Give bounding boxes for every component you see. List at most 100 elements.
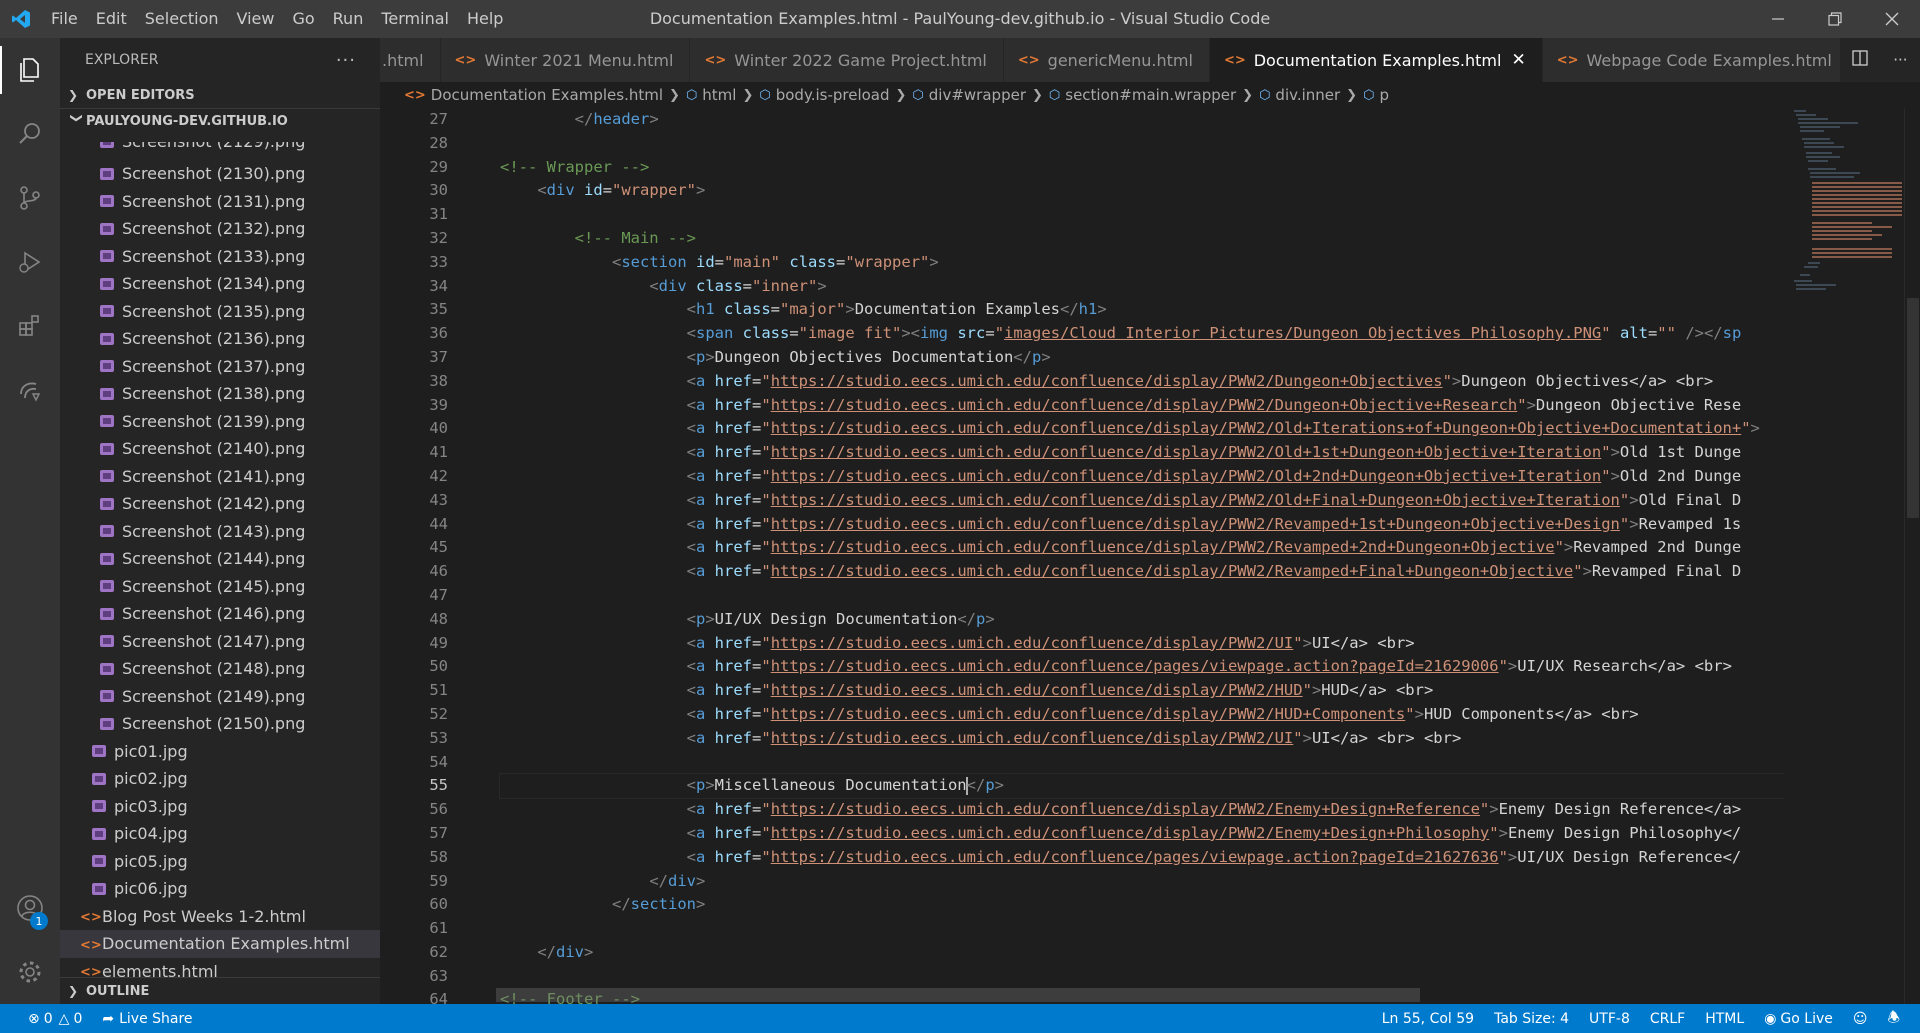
- vertical-scrollbar[interactable]: [1904, 108, 1920, 1004]
- file-item[interactable]: Screenshot (2131).png: [60, 188, 380, 216]
- breadcrumb-item[interactable]: ⬡ p: [1363, 86, 1389, 104]
- file-item[interactable]: Screenshot (2146).png: [60, 600, 380, 628]
- encoding[interactable]: UTF-8: [1579, 1011, 1640, 1027]
- gear-icon[interactable]: [0, 940, 60, 1004]
- menu-item-selection[interactable]: Selection: [136, 0, 228, 38]
- file-item[interactable]: Screenshot (2129).png: [60, 142, 380, 156]
- workspace-root-section[interactable]: ❯ PAULYOUNG-DEV.GITHUB.IO: [60, 108, 380, 134]
- language-mode[interactable]: HTML: [1695, 1011, 1754, 1027]
- code-line[interactable]: <h1 class="major">Documentation Examples…: [500, 298, 1784, 322]
- code-line[interactable]: </header>: [500, 108, 1784, 132]
- code-line[interactable]: <!-- Wrapper -->: [500, 156, 1784, 180]
- file-item[interactable]: pic05.jpg: [60, 848, 380, 876]
- code-lines[interactable]: </header> <!-- Wrapper --> <div id="wrapp…: [499, 108, 1784, 1004]
- file-item[interactable]: Screenshot (2135).png: [60, 298, 380, 326]
- outline-section[interactable]: ❯ OUTLINE: [60, 977, 380, 1004]
- file-item[interactable]: pic06.jpg: [60, 875, 380, 903]
- tab-genericmenu-html[interactable]: <> genericMenu.html: [1003, 38, 1210, 82]
- split-editor-icon[interactable]: [1852, 50, 1869, 70]
- file-item[interactable]: Screenshot (2132).png: [60, 215, 380, 243]
- tab-size[interactable]: Tab Size: 4: [1484, 1011, 1579, 1027]
- code-line[interactable]: <a href="https://studio.eecs.umich.edu/c…: [500, 370, 1784, 394]
- restore-icon[interactable]: [1806, 0, 1863, 38]
- code-line[interactable]: <a href="https://studio.eecs.umich.edu/c…: [500, 655, 1784, 679]
- more-actions-icon[interactable]: ···: [336, 50, 356, 71]
- code-line[interactable]: <a href="https://studio.eecs.umich.edu/c…: [500, 703, 1784, 727]
- file-item[interactable]: Screenshot (2148).png: [60, 655, 380, 683]
- close-icon[interactable]: [1863, 0, 1920, 38]
- code-line[interactable]: <!-- Main -->: [500, 227, 1784, 251]
- cursor-position[interactable]: Ln 55, Col 59: [1372, 1011, 1484, 1027]
- code-line[interactable]: <a href="https://studio.eecs.umich.edu/c…: [500, 632, 1784, 656]
- close-tab-icon[interactable]: ✕: [1511, 50, 1525, 70]
- breadcrumb-item[interactable]: ⬡ html: [686, 86, 737, 104]
- menu-item-file[interactable]: File: [42, 0, 87, 38]
- file-item[interactable]: pic01.jpg: [60, 738, 380, 766]
- tab-html[interactable]: .html: [380, 38, 441, 82]
- explorer-icon[interactable]: [0, 38, 60, 102]
- open-editors-section[interactable]: ❯ OPEN EDITORS: [60, 82, 380, 108]
- tab-winter-2022-game-project-html[interactable]: <> Winter 2022 Game Project.html: [690, 38, 1004, 82]
- remote-explorer-icon[interactable]: [0, 358, 60, 422]
- file-item[interactable]: <> Blog Post Weeks 1-2.html: [60, 903, 380, 931]
- tab-webpage-code-examples-html[interactable]: <> Webpage Code Examples.html: [1542, 38, 1849, 82]
- code-line[interactable]: <a href="https://studio.eecs.umich.edu/c…: [500, 465, 1784, 489]
- horizontal-scrollbar[interactable]: [496, 988, 1420, 1002]
- code-line[interactable]: <a href="https://studio.eecs.umich.edu/c…: [500, 846, 1784, 870]
- code-line[interactable]: </div>: [500, 870, 1784, 894]
- more-actions-icon[interactable]: ···: [1893, 51, 1907, 69]
- tab-winter-2021-menu-html[interactable]: <> Winter 2021 Menu.html: [440, 38, 691, 82]
- file-item[interactable]: Screenshot (2144).png: [60, 545, 380, 573]
- search-icon[interactable]: [0, 102, 60, 166]
- menu-item-help[interactable]: Help: [458, 0, 512, 38]
- code-line[interactable]: <section id="main" class="wrapper">: [500, 251, 1784, 275]
- accounts-icon[interactable]: 1: [0, 876, 60, 940]
- file-item[interactable]: Screenshot (2142).png: [60, 490, 380, 518]
- code-line[interactable]: <a href="https://studio.eecs.umich.edu/c…: [500, 489, 1784, 513]
- file-item[interactable]: pic04.jpg: [60, 820, 380, 848]
- breadcrumb-item[interactable]: <> Documentation Examples.html: [404, 86, 663, 104]
- file-item[interactable]: pic02.jpg: [60, 765, 380, 793]
- menu-item-terminal[interactable]: Terminal: [372, 0, 458, 38]
- code-line[interactable]: <a href="https://studio.eecs.umich.edu/c…: [500, 560, 1784, 584]
- code-line[interactable]: [500, 203, 1784, 227]
- go-live-button[interactable]: ◉ Go Live: [1754, 1011, 1843, 1027]
- code-line[interactable]: <a href="https://studio.eecs.umich.edu/c…: [500, 798, 1784, 822]
- menu-item-view[interactable]: View: [228, 0, 284, 38]
- code-line[interactable]: [500, 917, 1784, 941]
- file-item[interactable]: Screenshot (2130).png: [60, 160, 380, 188]
- code-line[interactable]: <a href="https://studio.eecs.umich.edu/c…: [500, 822, 1784, 846]
- code-line[interactable]: <span class="image fit"><img src="images…: [500, 322, 1784, 346]
- file-item[interactable]: <> Documentation Examples.html: [60, 930, 380, 958]
- code-editor[interactable]: 27 28 29 30 31 32 33 34 35 36 37 38 39 40 41 42 43 44 45 46…: [380, 108, 1784, 1004]
- file-item[interactable]: Screenshot (2141).png: [60, 463, 380, 491]
- feedback-icon[interactable]: ☺: [1843, 1011, 1878, 1027]
- file-item[interactable]: Screenshot (2136).png: [60, 325, 380, 353]
- file-item[interactable]: Screenshot (2149).png: [60, 683, 380, 711]
- menu-item-run[interactable]: Run: [324, 0, 373, 38]
- outline-header[interactable]: ❯ OUTLINE: [60, 978, 380, 1004]
- file-item[interactable]: Screenshot (2133).png: [60, 243, 380, 271]
- breadcrumb-item[interactable]: ⬡ div.inner: [1259, 86, 1340, 104]
- source-control-icon[interactable]: [0, 166, 60, 230]
- code-line[interactable]: <a href="https://studio.eecs.umich.edu/c…: [500, 727, 1784, 751]
- code-line[interactable]: <a href="https://studio.eecs.umich.edu/c…: [500, 417, 1784, 441]
- menu-item-edit[interactable]: Edit: [87, 0, 136, 38]
- run-debug-icon[interactable]: [0, 230, 60, 294]
- code-line[interactable]: <a href="https://studio.eecs.umich.edu/c…: [500, 513, 1784, 537]
- extensions-icon[interactable]: [0, 294, 60, 358]
- code-line[interactable]: <div id="wrapper">: [500, 179, 1784, 203]
- breadcrumb-item[interactable]: ⬡ section#main.wrapper: [1049, 86, 1236, 104]
- file-item[interactable]: Screenshot (2140).png: [60, 435, 380, 463]
- code-line[interactable]: <a href="https://studio.eecs.umich.edu/c…: [500, 441, 1784, 465]
- file-item[interactable]: Screenshot (2145).png: [60, 573, 380, 601]
- code-line[interactable]: <a href="https://studio.eecs.umich.edu/c…: [500, 536, 1784, 560]
- line-ending[interactable]: CRLF: [1640, 1011, 1695, 1027]
- code-line[interactable]: <a href="https://studio.eecs.umich.edu/c…: [500, 679, 1784, 703]
- tab-documentation-examples-html[interactable]: <> Documentation Examples.html ✕: [1209, 38, 1543, 82]
- breadcrumb-item[interactable]: ⬡ div#wrapper: [912, 86, 1026, 104]
- live-share-button[interactable]: ➦ Live Share: [92, 1011, 202, 1027]
- minimap[interactable]: [1784, 108, 1904, 1004]
- scrollbar-thumb[interactable]: [1907, 298, 1919, 518]
- code-line[interactable]: [500, 584, 1784, 608]
